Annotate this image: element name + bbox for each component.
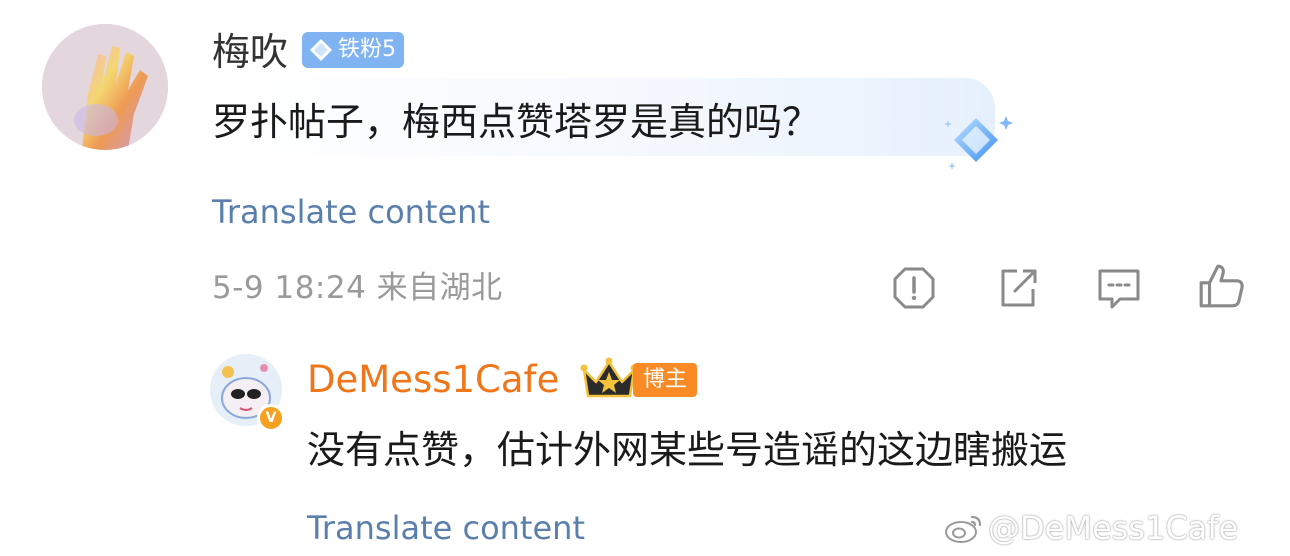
reply-username[interactable]: DeMess1Cafe — [307, 356, 559, 404]
owner-badge: 博主 — [633, 363, 698, 397]
watermark: @DeMess1Cafe — [944, 506, 1238, 550]
avatar-image — [42, 24, 168, 150]
reply-icon[interactable] — [1096, 265, 1142, 311]
comment-text: 罗扑帖子，梅西点赞塔罗是真的吗？ — [212, 100, 821, 144]
translate-link[interactable]: Translate content — [307, 506, 585, 550]
share-icon[interactable] — [995, 265, 1041, 311]
verified-badge: V — [257, 404, 285, 432]
avatar[interactable] — [42, 24, 168, 150]
fan-badge[interactable]: 铁粉5 — [302, 32, 404, 68]
diamond-decoration-icon — [944, 116, 1013, 170]
report-icon[interactable] — [891, 265, 937, 311]
crown-icon — [580, 357, 638, 398]
fan-badge-label: 铁粉5 — [338, 37, 396, 62]
reply-text: 没有点赞，估计外网某些号造谣的这边瞎搬运 — [307, 428, 1068, 472]
watermark-text: @DeMess1Cafe — [988, 509, 1239, 547]
comment-meta: 5-9 18:24 来自湖北 — [212, 270, 503, 306]
diamond-icon — [310, 39, 332, 61]
translate-link[interactable]: Translate content — [212, 190, 490, 234]
like-icon[interactable] — [1197, 262, 1245, 310]
comment-username[interactable]: 梅吹 — [212, 28, 288, 76]
weibo-logo-icon — [945, 515, 982, 543]
